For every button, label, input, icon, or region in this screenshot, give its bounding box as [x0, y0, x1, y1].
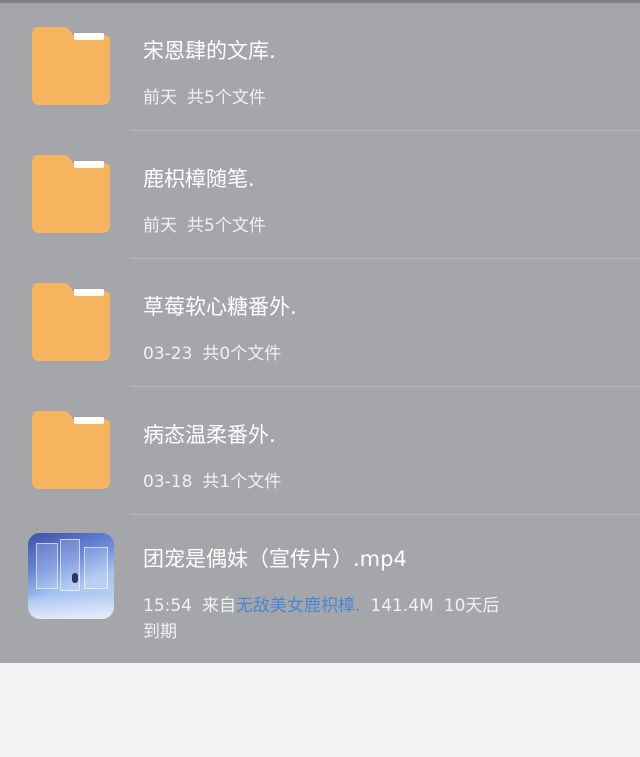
- folder-meta: 前天 共5个文件: [143, 211, 276, 236]
- folder-name: 草莓软心糖番外.: [143, 295, 297, 319]
- file-size: 141.4M: [370, 596, 434, 616]
- folder-meta: 03-23 共0个文件: [143, 339, 291, 364]
- folder-icon: [28, 407, 114, 493]
- file-count: 共5个文件: [187, 216, 266, 236]
- expiry-text-continued: 到期: [143, 622, 177, 642]
- video-thumbnail: [28, 533, 114, 619]
- file-count: 共1个文件: [202, 472, 282, 492]
- folder-icon: [28, 151, 114, 237]
- folder-row[interactable]: 病态温柔番外. 03-18 共1个文件: [0, 387, 640, 515]
- upload-time: 15:54: [143, 596, 192, 616]
- expiry-text: 10天后: [443, 596, 500, 616]
- source-user-link[interactable]: 无敌美女鹿枳樟.: [236, 596, 360, 616]
- folder-meta: 03-18 共1个文件: [143, 467, 291, 492]
- folder-row[interactable]: 草莓软心糖番外. 03-23 共0个文件: [0, 259, 640, 387]
- video-file-name: 团宠是偶妹（宣传片）.mp4: [143, 547, 407, 571]
- modified-date: 前天: [143, 216, 177, 236]
- modified-date: 前天: [143, 88, 177, 108]
- folder-name: 病态温柔番外.: [143, 423, 276, 447]
- folder-row[interactable]: 鹿枳樟随笔. 前天 共5个文件: [0, 131, 640, 259]
- row-divider: [130, 514, 640, 515]
- folder-name: 宋恩肆的文库.: [143, 39, 276, 63]
- folder-icon: [28, 279, 114, 365]
- folder-row[interactable]: 宋恩肆的文库. 前天 共5个文件: [0, 3, 640, 131]
- modified-date: 03-18: [143, 472, 193, 492]
- video-file-meta: 15:54 来自无敌美女鹿枳樟. 141.4M 10天后: [143, 591, 509, 616]
- modified-date: 03-23: [143, 344, 193, 364]
- folder-icon: [28, 23, 114, 109]
- file-count: 共0个文件: [202, 344, 282, 364]
- source-prefix: 来自: [202, 596, 236, 616]
- empty-area: [0, 663, 640, 757]
- file-count: 共5个文件: [187, 88, 266, 108]
- folder-meta: 前天 共5个文件: [143, 83, 276, 108]
- folder-name: 鹿枳樟随笔.: [143, 167, 255, 191]
